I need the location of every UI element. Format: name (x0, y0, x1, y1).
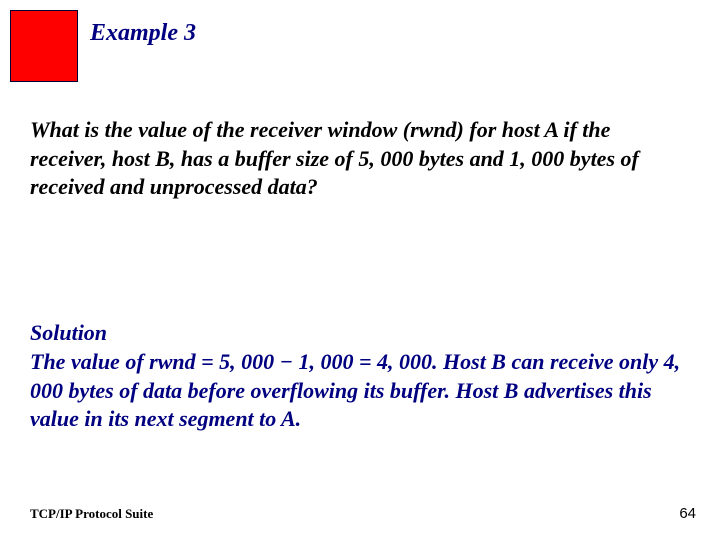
accent-block (10, 10, 78, 82)
footer-source: TCP/IP Protocol Suite (30, 506, 153, 522)
solution-label: Solution (30, 320, 107, 346)
slide-title: Example 3 (90, 20, 196, 47)
solution-text: The value of rwnd = 5, 000 − 1, 000 = 4,… (30, 348, 690, 434)
question-text: What is the value of the receiver window… (30, 116, 690, 202)
slide-number: 64 (679, 505, 696, 522)
